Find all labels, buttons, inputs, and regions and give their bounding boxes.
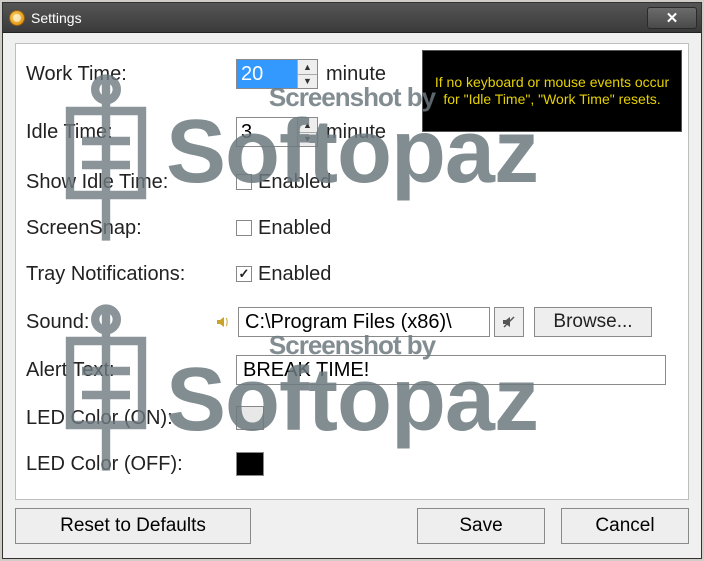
led-off-label: LED Color (OFF):: [26, 453, 236, 476]
button-bar: Reset to Defaults Save Cancel: [15, 508, 689, 546]
led-on-swatch[interactable]: [236, 406, 264, 430]
work-time-unit: minute: [326, 63, 386, 86]
sound-path-input[interactable]: [238, 307, 490, 337]
idle-time-label: Idle Time:: [26, 121, 236, 144]
idle-time-up[interactable]: ▲: [298, 118, 317, 133]
led-off-swatch[interactable]: [236, 452, 264, 476]
alert-text-input[interactable]: [236, 355, 666, 385]
screensnap-checkbox[interactable]: [236, 220, 252, 236]
work-time-label: Work Time:: [26, 63, 236, 86]
reset-button[interactable]: Reset to Defaults: [15, 508, 251, 544]
titlebar: Settings ✕: [3, 3, 701, 33]
info-tooltip: If no keyboard or mouse events occur for…: [422, 50, 682, 132]
speaker-icon: [214, 313, 232, 331]
alert-text-label: Alert Text:: [26, 359, 236, 382]
led-on-label: LED Color (ON):: [26, 407, 236, 430]
tray-notif-text: Enabled: [258, 263, 331, 286]
mute-button[interactable]: [494, 307, 524, 337]
work-time-down[interactable]: ▼: [298, 75, 317, 89]
idle-time-spinner[interactable]: ▲ ▼: [236, 117, 318, 147]
app-icon: [9, 10, 25, 26]
tray-notif-checkbox[interactable]: [236, 266, 252, 282]
work-time-up[interactable]: ▲: [298, 60, 317, 75]
window-title: Settings: [31, 10, 82, 26]
show-idle-label: Show Idle Time:: [26, 171, 236, 194]
idle-time-down[interactable]: ▼: [298, 133, 317, 147]
settings-window: Settings ✕ If no keyboard or mouse event…: [2, 2, 702, 559]
show-idle-checkbox[interactable]: [236, 174, 252, 190]
idle-time-input[interactable]: [237, 118, 297, 146]
screensnap-text: Enabled: [258, 217, 331, 240]
screensnap-label: ScreenSnap:: [26, 217, 236, 240]
idle-time-unit: minute: [326, 121, 386, 144]
close-button[interactable]: ✕: [647, 7, 697, 29]
show-idle-text: Enabled: [258, 171, 331, 194]
work-time-input[interactable]: [237, 60, 297, 88]
sound-label: Sound:: [26, 311, 214, 334]
tray-notif-label: Tray Notifications:: [26, 263, 236, 286]
content-panel: If no keyboard or mouse events occur for…: [15, 43, 689, 500]
save-button[interactable]: Save: [417, 508, 545, 544]
work-time-spinner[interactable]: ▲ ▼: [236, 59, 318, 89]
cancel-button[interactable]: Cancel: [561, 508, 689, 544]
browse-button[interactable]: Browse...: [534, 307, 652, 337]
